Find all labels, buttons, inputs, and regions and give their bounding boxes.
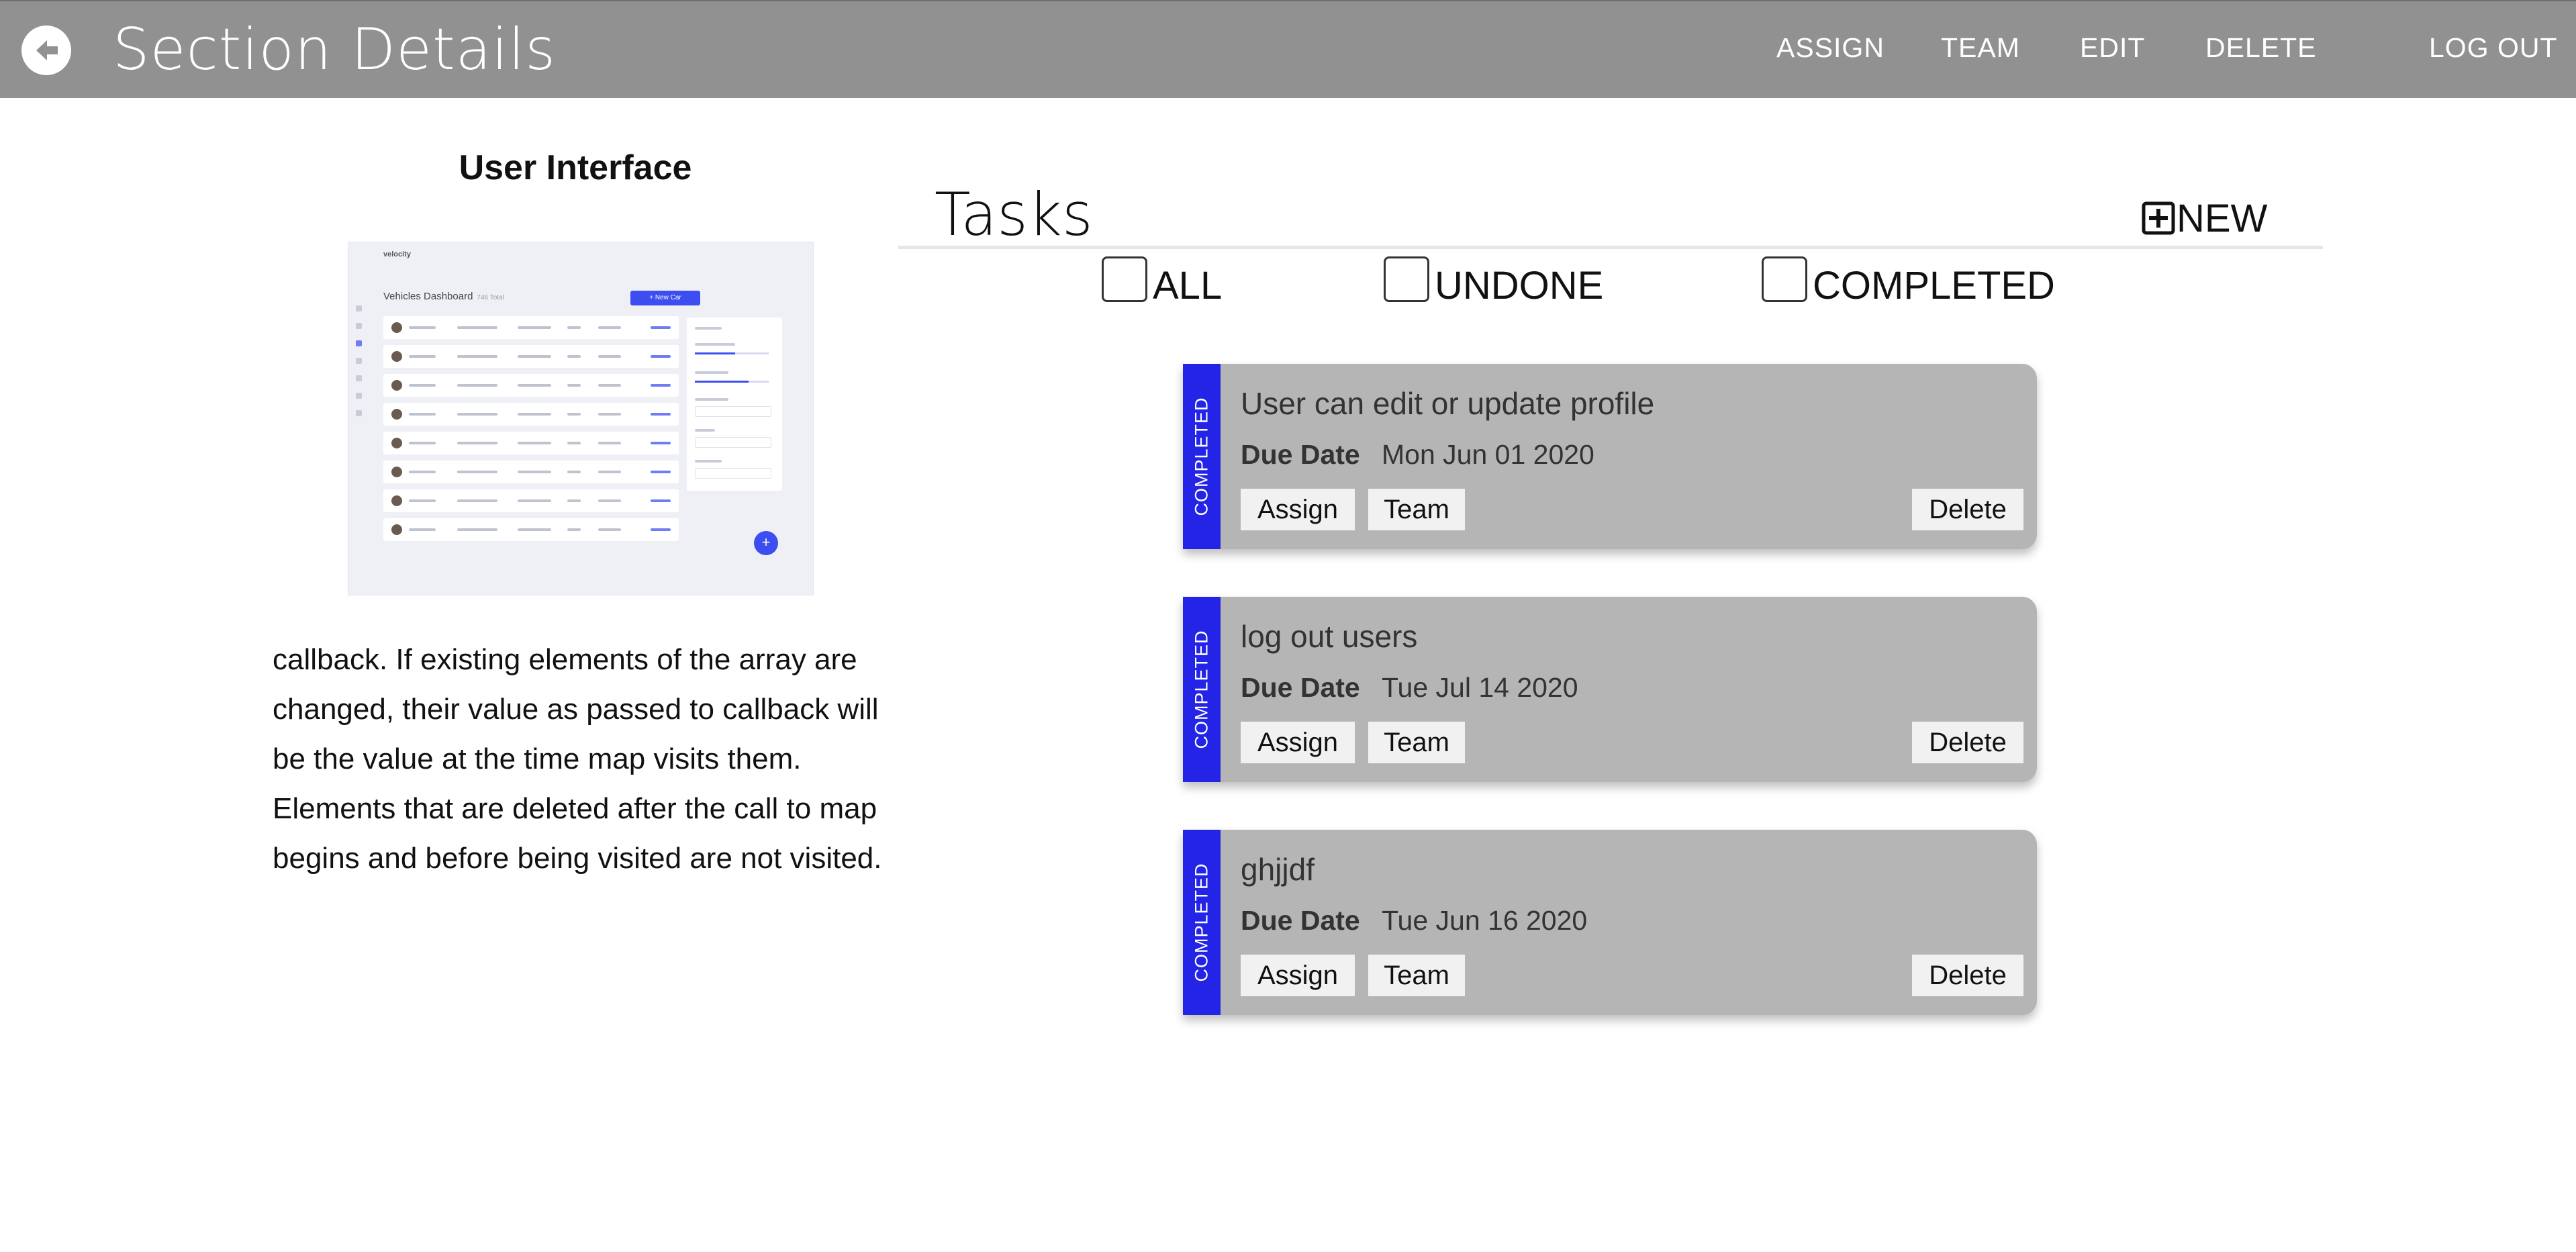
filter-all-label: ALL <box>1153 264 1223 307</box>
preview-brand: velocity <box>383 250 411 258</box>
task-title: ghjjdf <box>1241 852 1315 887</box>
status-label: COMPLETED <box>1191 863 1212 982</box>
preview-fab: + <box>754 531 778 555</box>
section-preview-image: velocity Vehicles Dashboard 746 Total + N… <box>322 227 814 595</box>
filter-undone-checkbox[interactable] <box>1384 256 1429 302</box>
preview-sidebar <box>348 242 369 595</box>
delete-button[interactable]: Delete <box>1912 722 2023 763</box>
team-button[interactable]: Team <box>1368 955 1465 996</box>
plus-square-icon <box>2142 201 2175 235</box>
tasks-title: Tasks <box>935 180 1093 249</box>
nav-team[interactable]: TEAM <box>1941 32 2020 64</box>
filter-completed-label: COMPLETED <box>1813 264 2055 307</box>
tasks-divider <box>898 246 2323 249</box>
due-date-value: Mon Jun 01 2020 <box>1382 439 1594 470</box>
task-title: User can edit or update profile <box>1241 386 1655 421</box>
due-date-value: Tue Jul 14 2020 <box>1382 672 1578 703</box>
new-task-label: NEW <box>2177 197 2268 240</box>
preview-new-button: + New Car <box>630 291 700 305</box>
task-title: log out users <box>1241 619 1418 654</box>
status-label: COMPLETED <box>1191 397 1212 516</box>
filter-undone-label: UNDONE <box>1435 264 1604 307</box>
task-card[interactable]: COMPLETED User can edit or update profil… <box>1183 364 2037 549</box>
arrow-left-circle-icon <box>36 40 58 60</box>
filter-completed-checkbox[interactable] <box>1762 256 1807 302</box>
back-button[interactable] <box>21 26 71 75</box>
team-button[interactable]: Team <box>1368 489 1465 530</box>
preview-table <box>383 316 679 547</box>
nav-assign[interactable]: ASSIGN <box>1776 32 1885 64</box>
preview-dashboard: velocity Vehicles Dashboard 746 Total + N… <box>348 242 814 595</box>
due-date-value: Tue Jun 16 2020 <box>1382 905 1588 936</box>
preview-filter-panel <box>687 318 782 491</box>
app-bar: Section Details ASSIGN TEAM EDIT DELETE … <box>0 0 2576 98</box>
due-date-label: Due Date <box>1241 905 1360 936</box>
status-label: COMPLETED <box>1191 630 1212 749</box>
status-strip: COMPLETED <box>1183 830 1221 1015</box>
task-card[interactable]: COMPLETED log out users Due Date Tue Jul… <box>1183 597 2037 782</box>
section-description: callback. If existing elements of the ar… <box>273 643 882 875</box>
section-heading: User Interface <box>459 148 692 187</box>
due-date-label: Due Date <box>1241 672 1360 703</box>
delete-button[interactable]: Delete <box>1912 955 2023 996</box>
task-card[interactable]: COMPLETED ghjjdf Due Date Tue Jun 16 202… <box>1183 830 2037 1015</box>
logout-button[interactable]: LOG OUT <box>2429 32 2558 64</box>
preview-title: Vehicles Dashboard 746 Total <box>383 291 504 302</box>
status-strip: COMPLETED <box>1183 364 1221 549</box>
assign-button[interactable]: Assign <box>1241 489 1355 530</box>
team-button[interactable]: Team <box>1368 722 1465 763</box>
nav-delete[interactable]: DELETE <box>2205 32 2317 64</box>
assign-button[interactable]: Assign <box>1241 722 1355 763</box>
nav-edit[interactable]: EDIT <box>2080 32 2145 64</box>
due-date-label: Due Date <box>1241 439 1360 470</box>
page-title: Section Details <box>113 16 556 83</box>
delete-button[interactable]: Delete <box>1912 489 2023 530</box>
assign-button[interactable]: Assign <box>1241 955 1355 996</box>
status-strip: COMPLETED <box>1183 597 1221 782</box>
filter-all-checkbox[interactable] <box>1102 256 1147 302</box>
